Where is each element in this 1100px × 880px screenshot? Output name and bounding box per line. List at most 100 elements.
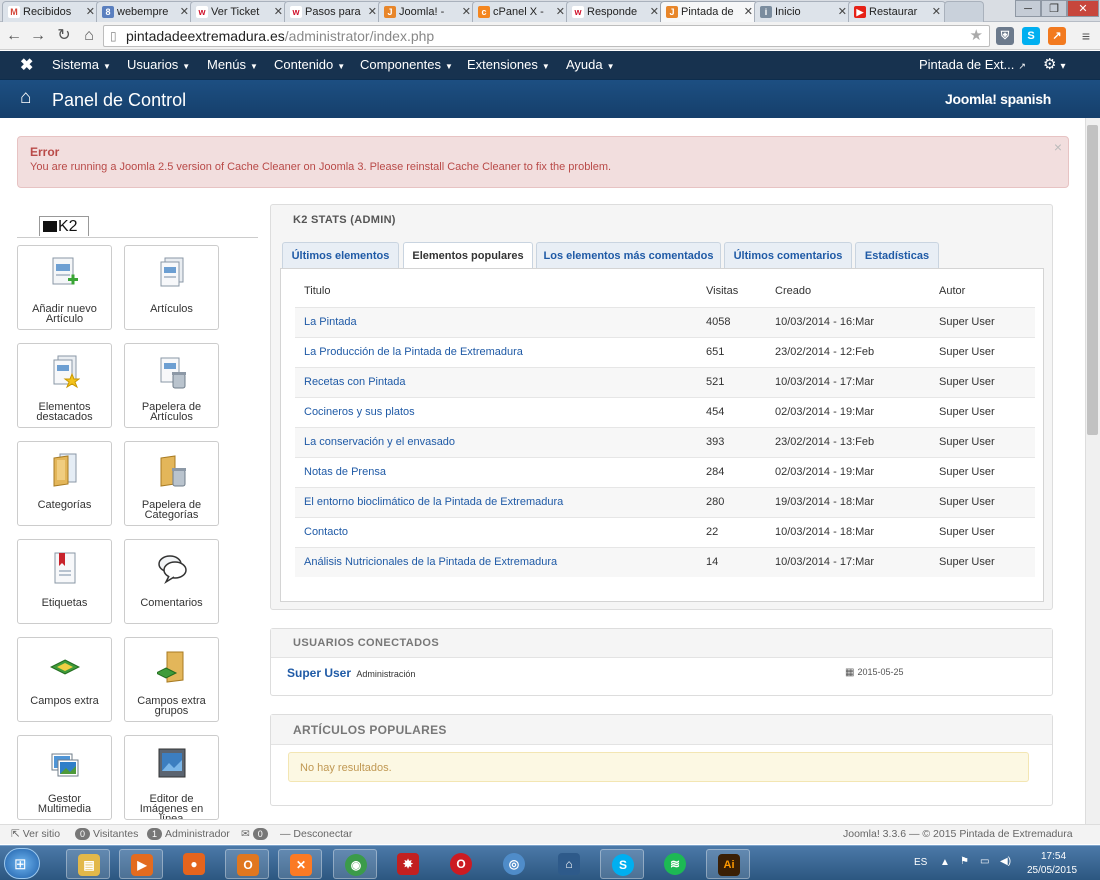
browser-menu-icon[interactable]: ≡: [1076, 26, 1096, 46]
menu-componentes[interactable]: Componentes ▼: [360, 57, 453, 72]
taskbar-app[interactable]: ▶: [119, 849, 163, 879]
taskbar-app[interactable]: ✸: [386, 849, 430, 879]
menu-usuarios[interactable]: Usuarios ▼: [127, 57, 190, 72]
taskbar-app[interactable]: ≋: [653, 849, 697, 879]
extra-field-groups-icon: [157, 651, 184, 683]
tab-estadisticas[interactable]: Estadísticas: [855, 242, 939, 268]
taskbar-app[interactable]: ⌂: [547, 849, 591, 879]
close-tab-icon[interactable]: ✕: [744, 5, 753, 18]
back-icon[interactable]: ←: [4, 26, 24, 46]
taskbar-app[interactable]: ◎: [492, 849, 536, 879]
volume-icon[interactable]: ◀): [1000, 856, 1011, 867]
extension-shield-icon[interactable]: ⛨: [996, 27, 1014, 45]
tab-elementos-populares[interactable]: Elementos populares: [403, 242, 533, 270]
action-center-icon[interactable]: ⚑: [960, 856, 969, 867]
new-tab-button[interactable]: [944, 1, 984, 22]
comments-button[interactable]: Comentarios: [124, 539, 219, 624]
tab-ultimos-comentarios[interactable]: Últimos comentarios: [724, 242, 852, 268]
taskbar-app[interactable]: Ai: [706, 849, 750, 879]
trash-categories-button[interactable]: Papelera de Categorías: [124, 441, 219, 526]
joomla-icon[interactable]: ✖: [20, 55, 33, 75]
categories-button[interactable]: Categorías: [17, 441, 112, 526]
messages-counter[interactable]: ✉ 0: [241, 828, 271, 840]
item-title-link[interactable]: La Pintada: [304, 308, 357, 337]
close-tab-icon[interactable]: ✕: [462, 5, 471, 18]
language-indicator[interactable]: ES: [914, 857, 927, 868]
logout-link[interactable]: — Desconectar: [280, 828, 352, 840]
close-tab-icon[interactable]: ✕: [180, 5, 189, 18]
tab-webempre[interactable]: 8 webempre ✕: [96, 1, 194, 22]
item-title-link[interactable]: Contacto: [304, 518, 348, 547]
close-tab-icon[interactable]: ✕: [274, 5, 283, 18]
tab-pasos-para[interactable]: w Pasos para ✕: [284, 1, 382, 22]
view-site-link[interactable]: ⇱ Ver sitio: [11, 828, 60, 840]
add-article-button[interactable]: Añadir nuevo Artículo: [17, 245, 112, 330]
item-title-link[interactable]: Cocineros y sus platos: [304, 398, 415, 427]
minimize-window-button[interactable]: ─: [1015, 0, 1041, 17]
tab-joomla[interactable]: J Joomla! - ✕: [378, 1, 476, 22]
clock-time[interactable]: 17:54: [1041, 851, 1066, 862]
menu-menus[interactable]: Menús ▼: [207, 57, 258, 72]
media-manager-button[interactable]: Gestor Multimedia: [17, 735, 112, 820]
clock-date[interactable]: 25/05/2015: [1027, 865, 1077, 876]
taskbar-app[interactable]: ▤: [66, 849, 110, 879]
item-title-link[interactable]: La conservación y el envasado: [304, 428, 455, 457]
tab-inicio[interactable]: i Inicio ✕: [754, 1, 852, 22]
item-title-link[interactable]: La Producción de la Pintada de Extremadu…: [304, 338, 523, 367]
bookmark-star-icon[interactable]: ★: [970, 26, 983, 46]
menu-ayuda[interactable]: Ayuda ▼: [566, 57, 615, 72]
tab-responde[interactable]: w Responde ✕: [566, 1, 664, 22]
menu-sistema[interactable]: Sistema ▼: [52, 57, 111, 72]
extra-field-groups-button[interactable]: Campos extra grupos: [124, 637, 219, 722]
site-link[interactable]: Pintada de Ext... ↗: [919, 57, 1026, 72]
menu-extensiones[interactable]: Extensiones ▼: [467, 57, 550, 72]
taskbar-app[interactable]: ●: [172, 849, 216, 879]
home-icon[interactable]: ⌂: [79, 26, 99, 46]
tab-recibidos[interactable]: M Recibidos ✕: [2, 1, 100, 22]
item-title-link[interactable]: Notas de Prensa: [304, 458, 386, 487]
tab-mas-comentados[interactable]: Los elementos más comentados: [536, 242, 721, 268]
user-link[interactable]: Super User: [287, 666, 351, 680]
trash-articles-button[interactable]: Papelera de Artículos: [124, 343, 219, 428]
close-tab-icon[interactable]: ✕: [932, 5, 941, 18]
skype-extension-icon[interactable]: S: [1022, 27, 1040, 45]
taskbar-app[interactable]: ✕: [278, 849, 322, 879]
reload-icon[interactable]: ↻: [54, 26, 74, 46]
item-title-link[interactable]: Recetas con Pintada: [304, 368, 406, 397]
close-window-button[interactable]: ✕: [1067, 0, 1099, 17]
taskbar-app[interactable]: O: [225, 849, 269, 879]
tab-cpanel[interactable]: c cPanel X - ✕: [472, 1, 570, 22]
close-tab-icon[interactable]: ✕: [838, 5, 847, 18]
maximize-window-button[interactable]: ❐: [1041, 0, 1067, 17]
articles-button[interactable]: Artículos: [124, 245, 219, 330]
item-title-link[interactable]: El entorno bioclimático de la Pintada de…: [304, 488, 563, 517]
start-button[interactable]: ⊞: [4, 848, 40, 879]
close-tab-icon[interactable]: ✕: [86, 5, 95, 18]
chart-extension-icon[interactable]: ↗: [1048, 27, 1066, 45]
tab-ultimos-elementos[interactable]: Últimos elementos: [282, 242, 399, 268]
taskbar-app[interactable]: ◉: [333, 849, 377, 879]
close-icon[interactable]: ×: [1054, 139, 1062, 155]
taskbar-app[interactable]: O: [439, 849, 483, 879]
address-bar[interactable]: ▯ pintadadeextremadura.es/administrator/…: [103, 25, 990, 47]
close-tab-icon[interactable]: ✕: [650, 5, 659, 18]
close-tab-icon[interactable]: ✕: [556, 5, 565, 18]
battery-icon[interactable]: ▭: [980, 856, 989, 867]
taskbar-app[interactable]: S: [600, 849, 644, 879]
featured-items-button[interactable]: Elementos destacados: [17, 343, 112, 428]
close-tab-icon[interactable]: ✕: [368, 5, 377, 18]
tab-restaurar[interactable]: ▶ Restaurar ✕: [848, 1, 946, 22]
show-hidden-icons-icon[interactable]: ▲: [940, 857, 950, 868]
settings-menu[interactable]: ⚙ ▾: [1043, 55, 1065, 73]
forward-icon[interactable]: →: [28, 26, 48, 46]
tags-button[interactable]: Etiquetas: [17, 539, 112, 624]
item-title-link[interactable]: Análisis Nutricionales de la Pintada de …: [304, 548, 557, 577]
tab-ver-ticket[interactable]: w Ver Ticket ✕: [190, 1, 288, 22]
caret-icon: ▼: [182, 62, 191, 71]
tab-pintada-active[interactable]: J Pintada de ✕: [660, 1, 758, 22]
menu-contenido[interactable]: Contenido ▼: [274, 57, 345, 72]
column-header: Visitas: [706, 285, 739, 297]
image-editor-button[interactable]: Editor de Imágenes en línea: [124, 735, 219, 820]
scrollbar-thumb[interactable]: [1087, 125, 1098, 435]
extra-fields-button[interactable]: Campos extra: [17, 637, 112, 722]
